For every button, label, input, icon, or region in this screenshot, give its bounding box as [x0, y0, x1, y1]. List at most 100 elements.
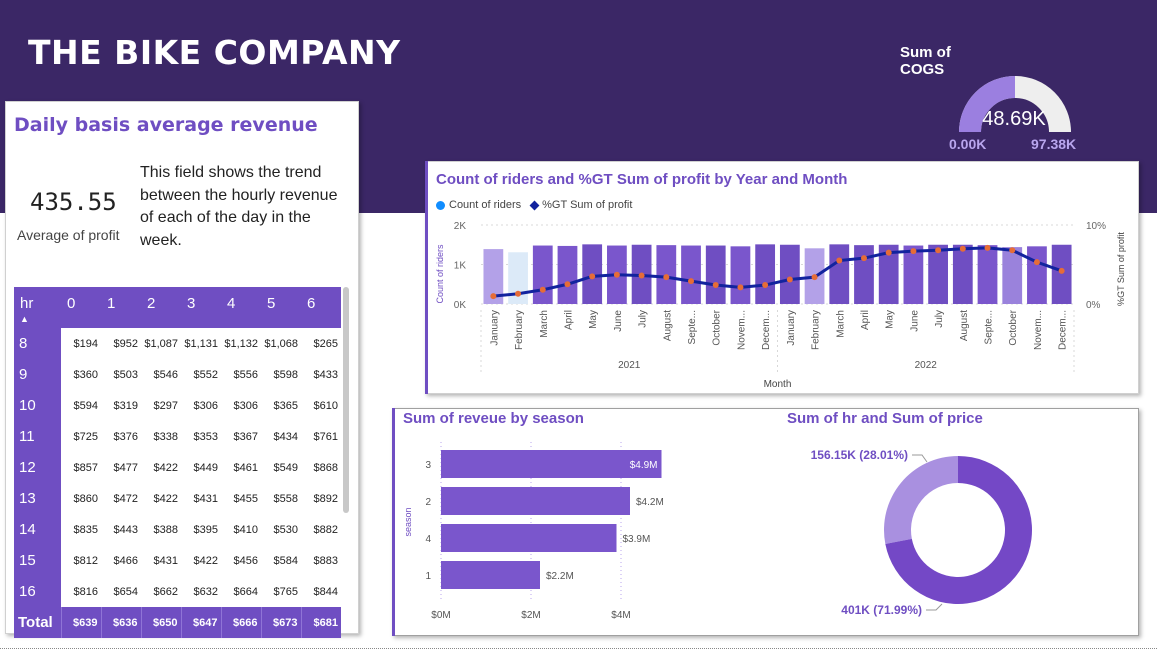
profit-marker[interactable]: [885, 249, 892, 256]
season-chart-title: Sum of reveue by season: [403, 410, 584, 427]
season-bar[interactable]: [441, 487, 630, 515]
profit-marker[interactable]: [613, 271, 620, 278]
matrix-row: 16 $816 $654 $662 $632 $664 $765 $844: [14, 576, 341, 607]
profit-marker[interactable]: [564, 281, 571, 288]
matrix-scrollbar[interactable]: [343, 287, 349, 513]
matrix-cell: $410: [221, 514, 261, 545]
row-header[interactable]: 14: [14, 514, 61, 545]
column-header[interactable]: 4: [221, 287, 261, 328]
riders-chart-plot[interactable]: 0K 1K 2K 0% 10% January February March April May J…: [426, 162, 1138, 393]
rider-bar[interactable]: [1051, 244, 1072, 304]
row-header[interactable]: 15: [14, 545, 61, 576]
x-category-label: Septe...: [687, 310, 698, 344]
profit-marker[interactable]: [539, 286, 546, 293]
profit-marker[interactable]: [589, 273, 596, 280]
rider-bar[interactable]: [557, 245, 578, 304]
profit-marker[interactable]: [638, 272, 645, 279]
season-bar[interactable]: [441, 450, 662, 478]
season-bar[interactable]: [441, 561, 540, 589]
profit-marker[interactable]: [712, 282, 719, 289]
matrix-row: 8 $194 $952 $1,087 $1,131 $1,132 $1,068 $265: [14, 328, 341, 359]
row-header[interactable]: 12: [14, 452, 61, 483]
x-category-label: June: [909, 310, 920, 332]
profit-marker[interactable]: [935, 247, 942, 254]
app-title: THE BIKE COMPANY: [28, 33, 401, 72]
rider-bar[interactable]: [532, 245, 553, 304]
profit-marker[interactable]: [959, 245, 966, 252]
sort-ascending-icon[interactable]: ▲: [20, 314, 61, 324]
profit-marker[interactable]: [836, 257, 843, 264]
matrix-cell: $860: [61, 483, 101, 514]
season-category-label: 1: [425, 571, 431, 582]
season-bar[interactable]: [441, 524, 617, 552]
donut-slice[interactable]: [884, 456, 958, 544]
matrix-cell: $1,131: [181, 328, 221, 359]
profit-marker[interactable]: [860, 255, 867, 262]
profit-marker[interactable]: [737, 284, 744, 291]
rider-bar[interactable]: [854, 245, 874, 304]
x-tick-label: $0M: [431, 610, 450, 621]
x-category-label: October: [1008, 309, 1019, 345]
matrix-row: 12 $857 $477 $422 $449 $461 $549 $868: [14, 452, 341, 483]
profit-marker[interactable]: [910, 248, 917, 255]
matrix-cell: $456: [221, 545, 261, 576]
rider-bar[interactable]: [1002, 247, 1023, 304]
matrix-cell: $558: [261, 483, 301, 514]
rider-bar[interactable]: [829, 244, 850, 304]
row-header[interactable]: 11: [14, 421, 61, 452]
donut-chart-plot[interactable]: 156.15K (28.01%) 401K (71.99%): [770, 432, 1130, 632]
profit-marker[interactable]: [515, 290, 522, 297]
season-chart-plot[interactable]: $0M $2M $4M 3 $4.9M 2 $4.2M 4 $3.9M 1 $2.2M season: [396, 432, 726, 632]
row-header[interactable]: 9: [14, 359, 61, 390]
rider-bar[interactable]: [705, 245, 726, 304]
rider-bar[interactable]: [903, 245, 924, 304]
row-header[interactable]: 13: [14, 483, 61, 514]
x-category-label: May: [588, 310, 599, 329]
donut-leader-line: [912, 454, 928, 463]
profit-marker[interactable]: [688, 278, 695, 285]
column-header[interactable]: 1: [101, 287, 141, 328]
rider-bar[interactable]: [681, 245, 701, 304]
row-header[interactable]: 10: [14, 390, 61, 421]
card-accent-bar: [425, 161, 428, 394]
total-cell: $666: [220, 607, 261, 638]
rider-bar[interactable]: [730, 246, 751, 304]
rider-bar[interactable]: [755, 244, 776, 304]
profit-marker[interactable]: [1058, 267, 1065, 274]
matrix-cell: $952: [101, 328, 141, 359]
year-label: 2022: [915, 360, 938, 371]
column-header[interactable]: 3: [181, 287, 221, 328]
rider-bar[interactable]: [1027, 246, 1047, 304]
x-tick-label: $2M: [521, 610, 540, 621]
profit-marker[interactable]: [786, 276, 793, 283]
profit-marker[interactable]: [1033, 259, 1040, 266]
kpi-label: Average of profit: [17, 227, 120, 243]
row-header[interactable]: 16: [14, 576, 61, 607]
column-header[interactable]: 2: [141, 287, 181, 328]
rider-bar[interactable]: [928, 244, 948, 304]
matrix-cell: $360: [61, 359, 101, 390]
matrix-corner-header[interactable]: hr ▲: [14, 287, 61, 328]
rider-bar[interactable]: [952, 244, 973, 304]
profit-marker[interactable]: [762, 282, 769, 289]
matrix-cell: $319: [101, 390, 141, 421]
rider-bar[interactable]: [779, 244, 800, 304]
column-header[interactable]: 0: [61, 287, 101, 328]
profit-marker[interactable]: [984, 244, 991, 251]
rider-bar[interactable]: [977, 245, 998, 304]
profit-marker[interactable]: [490, 293, 497, 300]
column-header[interactable]: 6: [301, 287, 341, 328]
matrix-cell: $556: [221, 359, 261, 390]
total-cell: $681: [300, 607, 341, 638]
row-header[interactable]: 8: [14, 328, 61, 359]
matrix-cell: $594: [61, 390, 101, 421]
profit-marker[interactable]: [1009, 247, 1016, 254]
profit-marker[interactable]: [811, 274, 818, 281]
column-header[interactable]: 5: [261, 287, 301, 328]
matrix-cell: $1,068: [261, 328, 301, 359]
profit-marker[interactable]: [663, 274, 670, 281]
season-category-label: 3: [425, 460, 431, 471]
matrix-cell: $306: [221, 390, 261, 421]
y2-tick-label: 10%: [1086, 221, 1106, 232]
total-cell: $647: [180, 607, 221, 638]
